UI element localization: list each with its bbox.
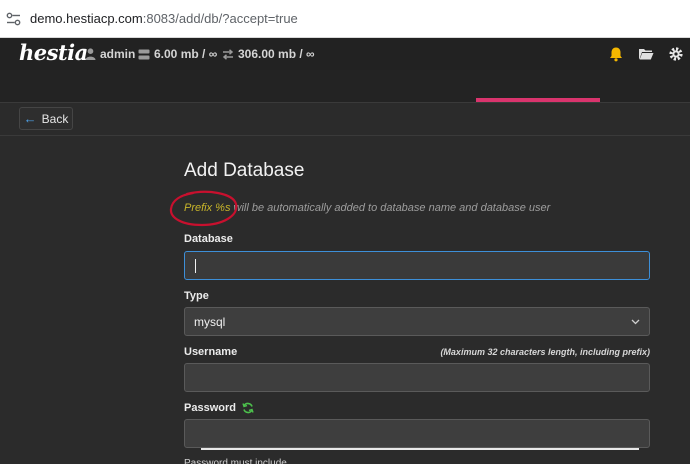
bandwidth-usage-value: 306.00 mb / ∞ xyxy=(238,47,315,61)
generate-password-refresh-icon[interactable] xyxy=(242,402,254,414)
back-button[interactable]: ← Back xyxy=(19,107,73,130)
url-host: demo.hestiacp.com xyxy=(30,11,143,26)
hestia-logo[interactable]: hestia xyxy=(19,40,88,65)
chevron-down-icon xyxy=(631,319,640,324)
top-navbar: hestia admin 6.00 mb / ∞ 306.00 mb / ∞ xyxy=(0,38,690,70)
hard-drive-icon xyxy=(138,49,150,59)
settings-gear-icon[interactable] xyxy=(668,46,684,62)
password-label: Password xyxy=(184,402,236,414)
url-text[interactable]: demo.hestiacp.com:8083/add/db/?accept=tr… xyxy=(30,11,298,26)
bandwidth-usage: 306.00 mb / ∞ xyxy=(222,46,315,62)
database-password-input[interactable] xyxy=(184,419,650,448)
page-title: Add Database xyxy=(184,160,305,181)
url-path: :8083/add/db/?accept=true xyxy=(142,11,298,26)
toolbar xyxy=(0,103,690,136)
username-length-note: (Maximum 32 characters length, including… xyxy=(440,347,650,357)
database-username-input[interactable] xyxy=(184,363,650,392)
browser-address-bar[interactable]: demo.hestiacp.com:8083/add/db/?accept=tr… xyxy=(0,0,690,38)
password-requirements-text: Password must include xyxy=(184,458,287,464)
disk-usage: 6.00 mb / ∞ xyxy=(138,46,217,62)
type-label: Type xyxy=(184,290,209,302)
file-manager-folder-icon[interactable] xyxy=(638,46,654,62)
active-tab-indicator xyxy=(476,98,600,102)
user-menu[interactable]: admin xyxy=(85,46,135,62)
back-button-label: Back xyxy=(41,111,69,126)
username-field-label: Username xyxy=(184,346,238,358)
database-type-select[interactable]: mysql xyxy=(184,307,650,336)
user-icon xyxy=(85,48,96,60)
transfer-arrows-icon xyxy=(222,48,234,60)
username-label: admin xyxy=(100,47,136,61)
notifications-bell-icon[interactable] xyxy=(608,46,624,62)
database-type-value: mysql xyxy=(194,314,226,329)
prefix-hint: Prefix %s will be automatically added to… xyxy=(184,202,550,214)
arrow-left-icon: ← xyxy=(23,111,37,126)
prefix-hint-text: will be automatically added to database … xyxy=(230,202,551,214)
password-strength-meter xyxy=(201,448,639,450)
database-label: Database xyxy=(184,233,233,245)
site-settings-icon[interactable] xyxy=(6,12,21,26)
password-label-row: Password xyxy=(184,402,254,414)
database-name-input[interactable] xyxy=(184,251,650,280)
text-cursor xyxy=(195,259,196,273)
prefix-hint-prefix: Prefix %s xyxy=(184,202,231,214)
disk-usage-value: 6.00 mb / ∞ xyxy=(154,47,218,61)
